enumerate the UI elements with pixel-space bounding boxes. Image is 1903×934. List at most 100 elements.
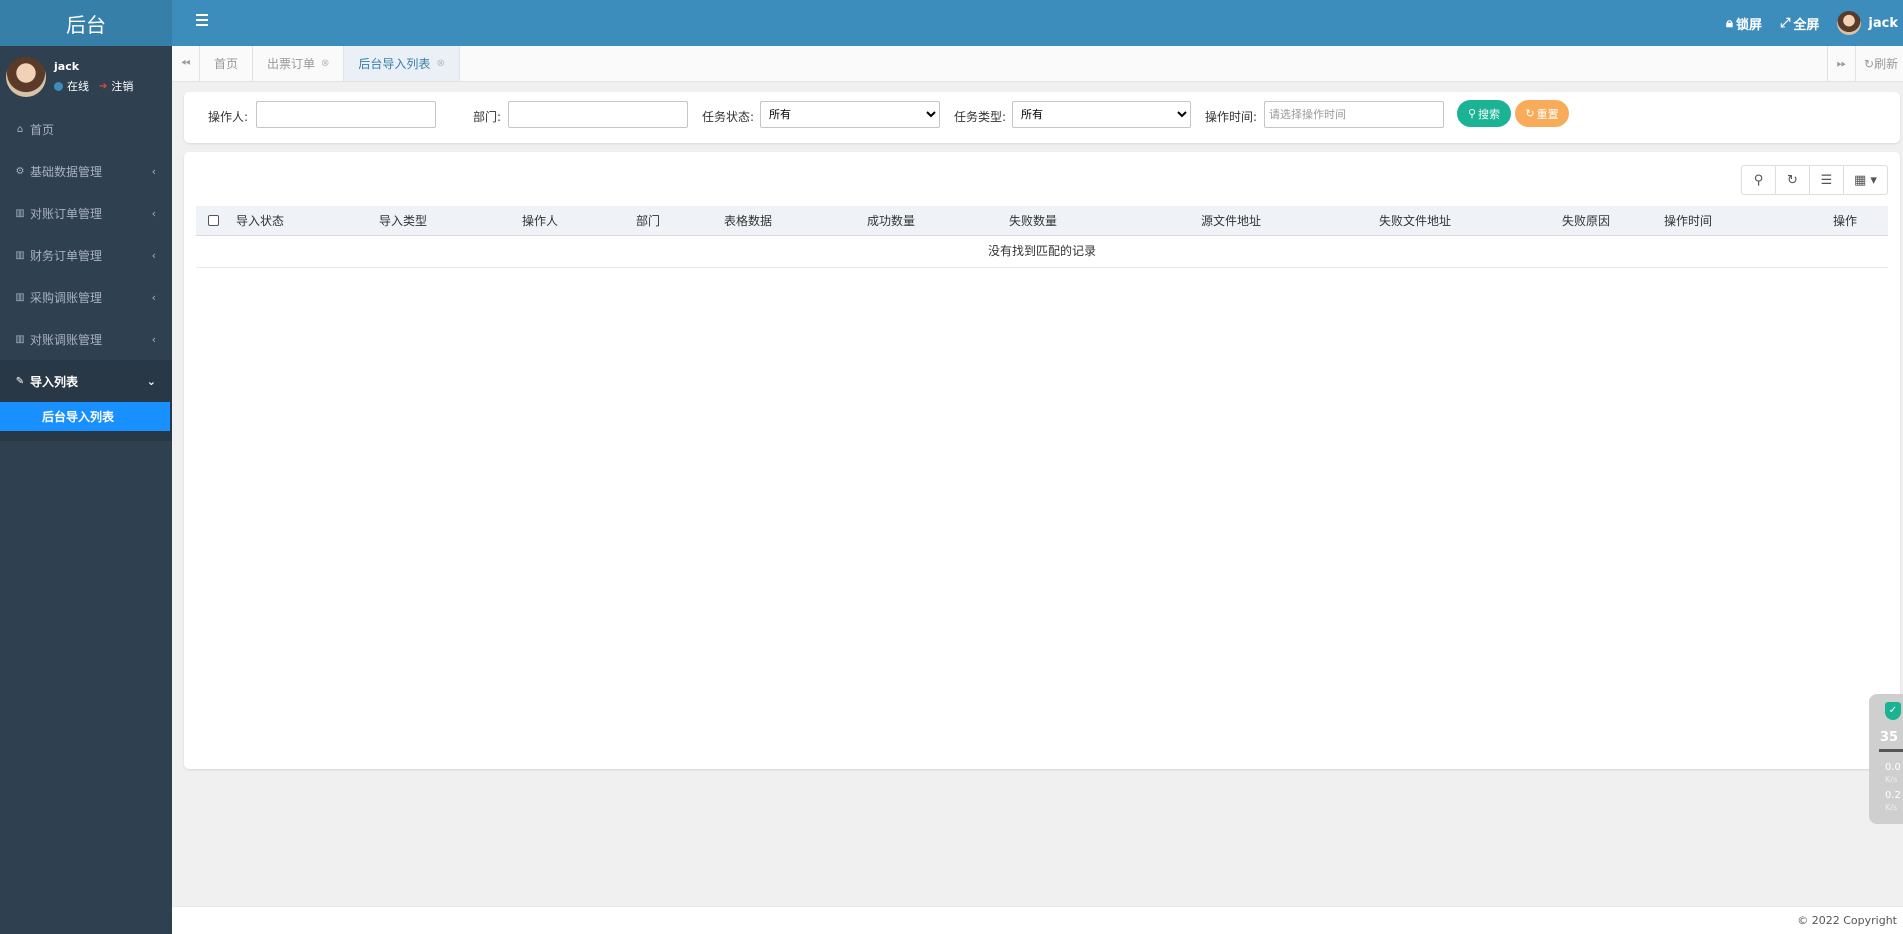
sidebar-nav: ⌂ 首页 ⚙ 基础数据管理 ‹ ▥ 对账订单管理 ‹ ▥ 财务订单管理 ‹ ▥ … — [0, 108, 172, 402]
column-header[interactable]: 导入类型 — [379, 206, 427, 236]
sidebar-item-label: 采购调账管理 — [30, 290, 103, 305]
lock-screen-label: 锁屏 — [1735, 17, 1762, 33]
cogs-icon: ⚙ — [15, 165, 25, 177]
tab-admin-import-list[interactable]: 后台导入列表 ⊗ — [344, 46, 460, 81]
op-time-label: 操作时间: — [1205, 110, 1258, 124]
refresh-table-button[interactable]: ↻ — [1775, 165, 1810, 195]
column-header[interactable]: 失败原因 — [1562, 206, 1610, 236]
tab-label: 后台导入列表 — [358, 57, 431, 71]
column-header[interactable]: 失败数量 — [1009, 206, 1057, 236]
task-type-select[interactable]: 所有 — [1012, 101, 1191, 128]
chevron-left-icon: ‹ — [151, 332, 156, 346]
tab-label: 首页 — [214, 57, 239, 71]
sidebar-item-reconcile-adjust[interactable]: ▥ 对账调账管理 ‹ — [0, 318, 172, 360]
lock-screen-button[interactable]: 🔒︎ 锁屏 — [1726, 14, 1762, 33]
app-logo[interactable]: 后台 — [0, 0, 172, 46]
network-monitor-widget[interactable]: ✓ 35 0.0 K/s 0.2 K/s — [1869, 694, 1903, 824]
table-header: 导入状态 导入类型 操作人 部门 表格数据 成功数量 失败数量 源文件地址 失败… — [196, 206, 1888, 236]
tab-home[interactable]: 首页 — [200, 46, 254, 81]
department-input[interactable] — [508, 101, 688, 128]
sidebar-item-label: 导入列表 — [30, 374, 79, 389]
refresh-label: 刷新 — [1874, 57, 1899, 71]
close-icon[interactable]: ⊗ — [321, 58, 329, 69]
footer: © 2022 Copyright — [172, 906, 1903, 934]
column-header[interactable]: 操作人 — [522, 206, 558, 236]
upload-speed-unit: K/s — [1885, 775, 1898, 784]
download-speed-value: 0.2 — [1885, 790, 1901, 801]
top-header: 🔒︎ 锁屏 ⤢ 全屏 jack — [172, 0, 1903, 46]
reset-button-label: 重置 — [1536, 107, 1559, 121]
sidebar-item-basic-data[interactable]: ⚙ 基础数据管理 ‹ — [0, 150, 172, 192]
column-header[interactable]: 导入状态 — [236, 206, 284, 236]
upload-speed: 0.0 K/s — [1885, 762, 1901, 786]
toggle-view-button[interactable]: ☰ — [1809, 165, 1844, 195]
column-header[interactable]: 操作时间 — [1664, 206, 1712, 236]
bar-chart-icon: ▥ — [15, 333, 25, 345]
tabs-scroll-right-button[interactable]: ⏩︎ — [1827, 46, 1855, 81]
chevron-left-icon: ‹ — [151, 164, 156, 178]
bar-chart-icon: ▥ — [15, 207, 25, 219]
bar-chart-icon: ▥ — [15, 291, 25, 303]
table-toolbar: ⚲ ↻ ☰ ▦ ▾ — [1741, 165, 1888, 195]
sidebar-submenu: 后台导入列表 — [0, 402, 172, 441]
search-button[interactable]: ⚲ 搜索 — [1457, 100, 1511, 127]
column-header[interactable]: 源文件地址 — [1201, 206, 1261, 236]
user-menu[interactable]: jack — [1837, 11, 1898, 35]
chevron-down-icon: ⌄ — [146, 374, 156, 388]
refresh-icon: ↻ — [1525, 107, 1535, 120]
columns-dropdown-button[interactable]: ▦ ▾ — [1843, 165, 1888, 195]
sidebar-item-label: 对账订单管理 — [30, 206, 103, 221]
download-speed-unit: K/s — [1885, 803, 1898, 812]
bar-chart-icon: ▥ — [15, 249, 25, 261]
department-label: 部门: — [473, 110, 502, 124]
tabs-scroll-left-button[interactable]: ⏪︎ — [172, 46, 200, 81]
online-dot-icon — [54, 81, 63, 91]
column-header[interactable]: 操作 — [1833, 206, 1857, 236]
sidebar-item-reconcile-orders[interactable]: ▥ 对账订单管理 ‹ — [0, 192, 172, 234]
search-form: 操作人: 部门: 任务状态: 所有 任务类型: 所有 操作时间: ⚲ 搜索 ↻ … — [184, 92, 1900, 143]
column-header[interactable]: 部门 — [636, 206, 660, 236]
task-type-label: 任务类型: — [954, 110, 1007, 124]
operator-input[interactable] — [256, 101, 436, 128]
refresh-tab-button[interactable]: ↻ 刷新 — [1855, 46, 1903, 81]
toggle-search-button[interactable]: ⚲ — [1741, 165, 1776, 195]
sidebar-item-label: 财务订单管理 — [30, 248, 103, 263]
select-all-checkbox[interactable] — [208, 215, 219, 226]
table-panel: ⚲ ↻ ☰ ▦ ▾ 导入状态 导入类型 操作人 部门 表格数据 成功数量 失败数… — [184, 152, 1900, 769]
list-icon: ☰ — [1820, 172, 1833, 188]
sidebar-item-finance-orders[interactable]: ▥ 财务订单管理 ‹ — [0, 234, 172, 276]
op-time-input[interactable] — [1264, 101, 1444, 128]
task-status-select[interactable]: 所有 — [760, 101, 940, 128]
fullscreen-label: 全屏 — [1793, 17, 1820, 33]
user-panel: jack 在线 ➔ 注销 — [0, 46, 172, 108]
sidebar-item-label: 对账调账管理 — [30, 332, 103, 347]
sidebar-item-import-list[interactable]: ✎ 导入列表 ⌄ — [0, 360, 172, 402]
sidebar-item-purchase-adjust[interactable]: ▥ 采购调账管理 ‹ — [0, 276, 172, 318]
sidebar-item-home[interactable]: ⌂ 首页 — [0, 108, 172, 150]
avatar — [1837, 11, 1862, 35]
tab-ticket-orders[interactable]: 出票订单 ⊗ — [253, 46, 345, 81]
reset-button[interactable]: ↻ 重置 — [1515, 100, 1569, 127]
search-icon: ⚲ — [1467, 107, 1477, 120]
column-header[interactable]: 失败文件地址 — [1379, 206, 1451, 236]
header-user-name: jack — [1868, 15, 1898, 31]
wrench-icon: ✎ — [15, 375, 25, 387]
upload-speed-value: 0.0 — [1885, 762, 1901, 773]
column-header[interactable]: 表格数据 — [724, 206, 772, 236]
home-icon: ⌂ — [16, 123, 24, 135]
lock-icon: 🔒︎ — [1726, 15, 1733, 31]
column-header[interactable]: 成功数量 — [867, 206, 915, 236]
refresh-icon: ↻ — [1864, 56, 1875, 71]
monitor-value: 35 — [1880, 730, 1899, 745]
close-icon[interactable]: ⊗ — [436, 58, 444, 69]
import-records-table: 导入状态 导入类型 操作人 部门 表格数据 成功数量 失败数量 源文件地址 失败… — [196, 206, 1888, 268]
sidebar-subitem-admin-import-list[interactable]: 后台导入列表 — [0, 402, 170, 431]
empty-message: 没有找到匹配的记录 — [196, 236, 1888, 268]
sidebar-item-label: 首页 — [30, 122, 55, 137]
operator-label: 操作人: — [208, 110, 249, 124]
fullscreen-button[interactable]: ⤢ 全屏 — [1780, 14, 1819, 33]
menu-toggle-icon[interactable] — [196, 14, 208, 26]
logout-icon[interactable]: ➔ — [99, 81, 107, 92]
logout-link[interactable]: 注销 — [111, 78, 133, 94]
search-button-label: 搜索 — [1478, 107, 1501, 121]
